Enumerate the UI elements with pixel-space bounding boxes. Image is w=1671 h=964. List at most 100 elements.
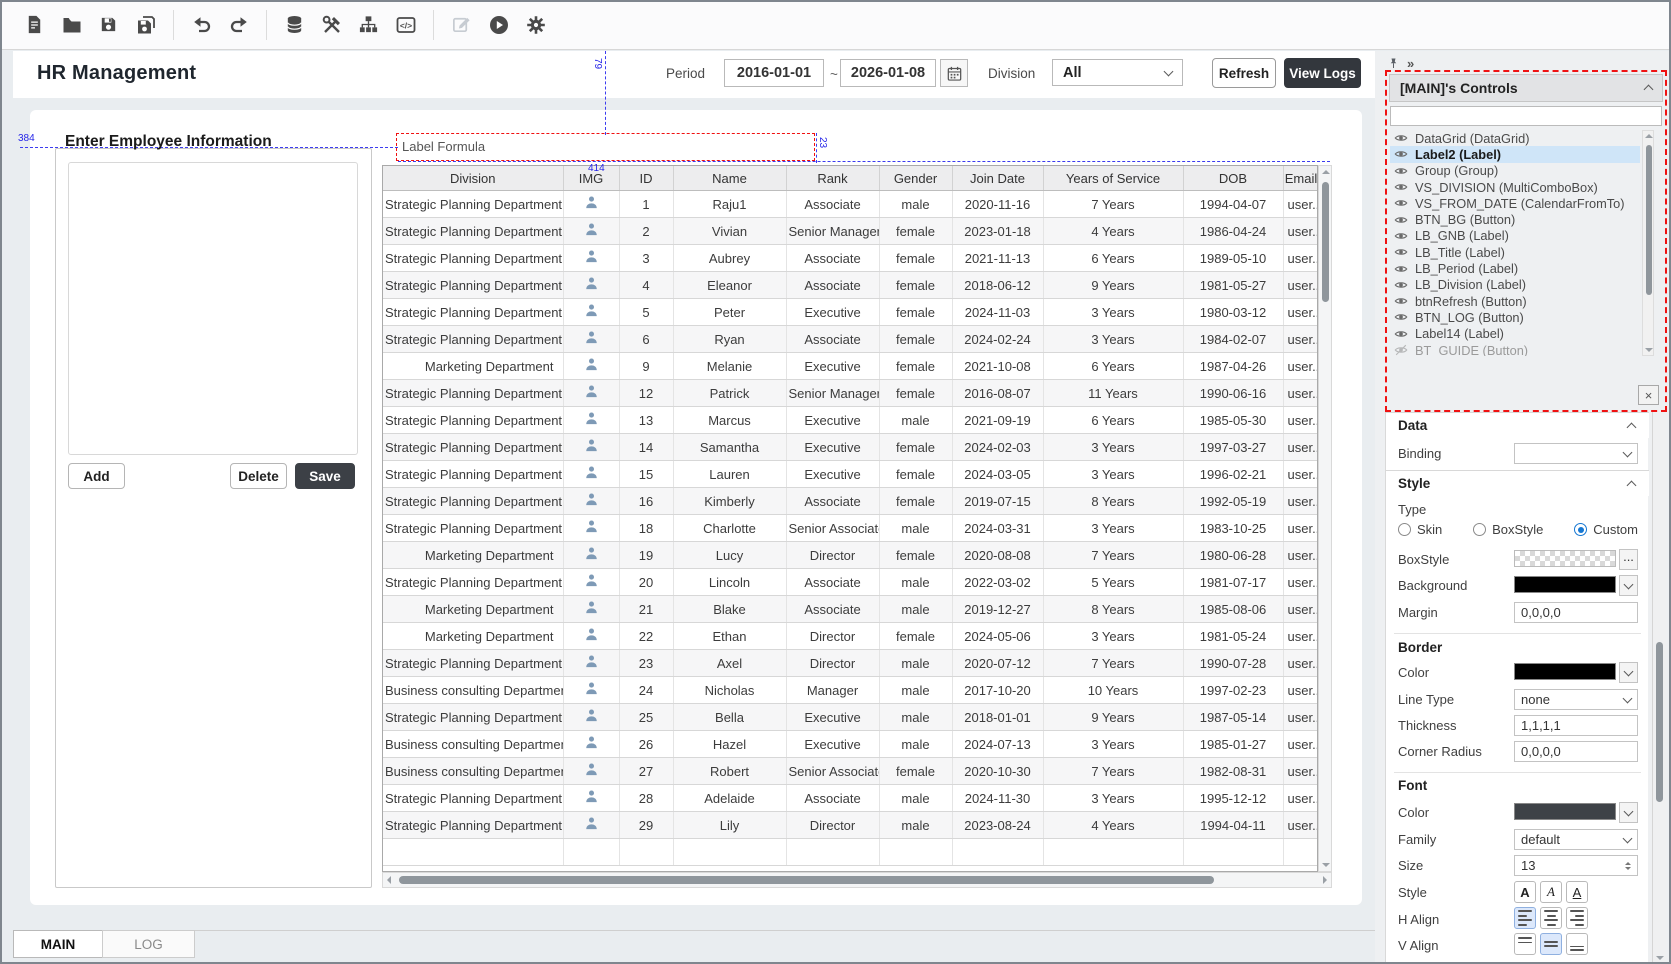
calendar-button[interactable] [940,59,968,87]
cell-dob[interactable]: 1985-01-27 [1183,731,1283,758]
cell-name[interactable]: Melanie [673,353,786,380]
cell-id[interactable]: 27 [619,758,673,785]
cell-name[interactable]: Axel [673,650,786,677]
cell-dob[interactable]: 1986-04-24 [1183,218,1283,245]
align-center-button[interactable] [1540,907,1562,929]
eye-icon[interactable] [1394,310,1408,324]
align-right-button[interactable] [1566,907,1588,929]
cell-id[interactable]: 12 [619,380,673,407]
spinner-up-icon[interactable] [1625,862,1631,865]
cell-email[interactable]: user... [1283,515,1318,542]
cell-gender[interactable]: female [879,488,952,515]
cell-division[interactable]: Business consulting Department [383,758,563,785]
cell-rank[interactable]: Associate [786,272,879,299]
cell-join-date[interactable]: 2021-09-19 [952,407,1043,434]
cell-join-date[interactable]: 2023-08-24 [952,812,1043,839]
cell-id[interactable]: 2 [619,218,673,245]
cell-dob[interactable]: 1996-02-21 [1183,461,1283,488]
grid-col-join_date[interactable]: Join Date [952,166,1043,191]
cell-gender[interactable]: male [879,407,952,434]
eye-icon[interactable] [1394,164,1408,178]
cell-rank[interactable]: Executive [786,407,879,434]
cell-img[interactable] [563,380,619,407]
cell-division[interactable]: Business consulting Department [383,677,563,704]
grid-row[interactable]: Strategic Planning Department20LincolnAs… [383,569,1318,596]
cell-years[interactable]: 6 Years [1043,407,1183,434]
cell-email[interactable]: user... [1283,326,1318,353]
cell-email[interactable]: user... [1283,272,1318,299]
cell-email[interactable]: user... [1283,785,1318,812]
cell-rank[interactable]: Senior Manager [786,218,879,245]
cell-name[interactable]: Adelaide [673,785,786,812]
cell-id[interactable]: 6 [619,326,673,353]
cell-img[interactable] [563,245,619,272]
cell-email[interactable]: user... [1283,380,1318,407]
cell-join-date[interactable]: 2024-05-06 [952,623,1043,650]
border-color-dropdown-button[interactable] [1619,662,1638,683]
cell-dob[interactable]: 1997-02-23 [1183,677,1283,704]
cell-rank[interactable]: Director [786,812,879,839]
grid-row[interactable]: Strategic Planning Department2VivianSeni… [383,218,1318,245]
cell-id[interactable]: 24 [619,677,673,704]
cell-name[interactable]: Nicholas [673,677,786,704]
cell-id[interactable]: 9 [619,353,673,380]
cell-division[interactable]: Strategic Planning Department [383,461,563,488]
grid-col-years[interactable]: Years of Service [1043,166,1183,191]
control-list-item[interactable]: Group (Group) [1390,163,1640,179]
size-spinner[interactable] [1625,862,1631,870]
cell-join-date[interactable]: 2023-01-18 [952,218,1043,245]
cell-years[interactable]: 11 Years [1043,380,1183,407]
cell-dob[interactable]: 1983-10-25 [1183,515,1283,542]
properties-panel-scrollbar[interactable] [1652,412,1666,964]
control-list-item[interactable]: BTN_LOG (Button) [1390,309,1640,325]
pin-icon[interactable] [1388,57,1399,70]
cell-dob[interactable]: 1981-07-17 [1183,569,1283,596]
cell-email[interactable]: user... [1283,731,1318,758]
cell-gender[interactable]: female [879,380,952,407]
cell-name[interactable]: Marcus [673,407,786,434]
cell-join-date[interactable]: 2024-03-31 [952,515,1043,542]
cell-rank[interactable]: Associate [786,569,879,596]
cell-rank[interactable]: Associate [786,245,879,272]
cell-join-date[interactable]: 2022-03-02 [952,569,1043,596]
cell-img[interactable] [563,569,619,596]
eye-icon[interactable] [1394,213,1408,227]
save-button[interactable]: Save [295,463,355,489]
control-list-item[interactable]: BTN_BG (Button) [1390,211,1640,227]
grid-col-rank[interactable]: Rank [786,166,879,191]
cell-join-date[interactable]: 2020-07-12 [952,650,1043,677]
cell-rank[interactable]: Senior Associate [786,758,879,785]
cell-name[interactable]: Robert [673,758,786,785]
scroll-up-arrow-icon[interactable] [1645,134,1653,138]
grid-row[interactable]: Strategic Planning Department18Charlotte… [383,515,1318,542]
cell-img[interactable] [563,812,619,839]
font-color-dropdown-button[interactable] [1619,802,1638,823]
grid-row[interactable]: Marketing Department19LucyDirectorfemale… [383,542,1318,569]
cell-join-date[interactable]: 2024-02-03 [952,434,1043,461]
grid-col-dob[interactable]: DOB [1183,166,1283,191]
cell-join-date[interactable]: 2024-11-03 [952,299,1043,326]
grid-col-email[interactable]: Email [1283,166,1318,191]
grid-row[interactable]: Marketing Department21BlakeAssociatemale… [383,596,1318,623]
cell-id[interactable]: 29 [619,812,673,839]
cell-email[interactable]: user... [1283,299,1318,326]
cell-img[interactable] [563,488,619,515]
controls-list-scrollbar[interactable] [1642,130,1654,356]
grid-row[interactable]: Strategic Planning Department28AdelaideA… [383,785,1318,812]
control-list-item[interactable]: LB_GNB (Label) [1390,228,1640,244]
grid-row[interactable]: Strategic Planning Department23AxelDirec… [383,650,1318,677]
control-list-item[interactable]: LB_Division (Label) [1390,277,1640,293]
cell-gender[interactable]: female [879,758,952,785]
eye-icon[interactable] [1394,229,1408,243]
control-list-item[interactable]: BT_GUIDE (Button) [1390,342,1640,356]
grid-row[interactable]: Marketing Department9MelanieExecutivefem… [383,353,1318,380]
cell-dob[interactable]: 1995-12-12 [1183,785,1283,812]
grid-col-division[interactable]: Division [383,166,563,191]
cell-years[interactable]: 3 Years [1043,785,1183,812]
cell-division[interactable]: Strategic Planning Department [383,812,563,839]
cell-join-date[interactable]: 2017-10-20 [952,677,1043,704]
cell-img[interactable] [563,596,619,623]
cell-rank[interactable]: Executive [786,353,879,380]
grid-hscroll-thumb[interactable] [399,876,1214,884]
cell-join-date[interactable]: 2024-07-13 [952,731,1043,758]
